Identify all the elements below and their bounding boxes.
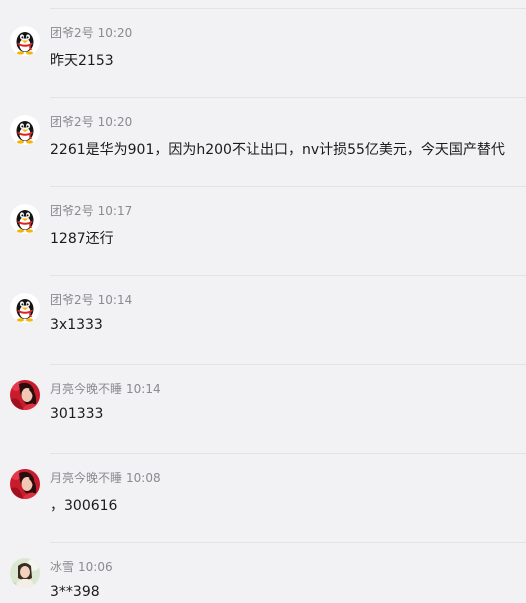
message-time: 10:06 — [78, 560, 113, 574]
sender-name[interactable]: 月亮今晚不睡 — [50, 382, 122, 396]
message-text: 3x1333 — [50, 317, 103, 333]
chat-message-list[interactable]: 团爷2号 10:20 昨天2153 团爷2号 10:20 2261是华为901，… — [0, 0, 526, 603]
message-divider — [50, 364, 526, 365]
message-text: 2261是华为901，因为h200不让出口，nv计损55亿美元，今天国产替代 — [50, 142, 505, 158]
message-text: ，300616 — [50, 498, 118, 514]
message-time: 10:08 — [126, 471, 161, 485]
message-time: 10:20 — [97, 115, 133, 129]
message-text: 3**398 — [50, 584, 100, 600]
message-meta: 团爷2号 10:14 — [50, 291, 132, 308]
message-text: 1287还行 — [50, 231, 114, 247]
message-meta: 团爷2号 10:20 — [50, 24, 132, 41]
sender-name[interactable]: 团爷2号 — [50, 204, 94, 218]
user-photo-light — [10, 558, 40, 588]
message-text: 301333 — [50, 406, 104, 422]
sender-name[interactable]: 月亮今晚不睡 — [50, 471, 122, 485]
avatar[interactable] — [10, 204, 40, 234]
sender-name[interactable]: 冰雪 — [50, 560, 74, 574]
sender-name[interactable]: 团爷2号 — [50, 115, 94, 129]
message-divider — [50, 275, 526, 276]
sender-name[interactable]: 团爷2号 — [50, 293, 94, 307]
message-divider — [50, 8, 526, 9]
avatar[interactable] — [10, 115, 40, 145]
avatar[interactable] — [10, 293, 40, 323]
message-meta: 团爷2号 10:17 — [50, 202, 132, 219]
sender-name[interactable]: 团爷2号 — [50, 26, 94, 40]
avatar[interactable] — [10, 380, 40, 410]
avatar[interactable] — [10, 558, 40, 588]
avatar[interactable] — [10, 469, 40, 499]
message-time: 10:17 — [97, 204, 133, 218]
message-time: 10:14 — [97, 293, 133, 307]
message-meta: 月亮今晚不睡 10:14 — [50, 380, 161, 397]
message-divider — [50, 453, 526, 454]
message-divider — [50, 186, 526, 187]
qq-penguin-icon — [10, 204, 40, 234]
user-photo-red — [10, 380, 40, 410]
qq-penguin-icon — [10, 293, 40, 323]
avatar[interactable] — [10, 26, 40, 56]
user-photo-red — [10, 469, 40, 499]
message-divider — [50, 542, 526, 543]
message-meta: 团爷2号 10:20 — [50, 113, 132, 130]
qq-penguin-icon — [10, 26, 40, 56]
message-divider — [50, 97, 526, 98]
message-text: 昨天2153 — [50, 53, 114, 69]
message-meta: 冰雪 10:06 — [50, 558, 113, 575]
qq-penguin-icon — [10, 115, 40, 145]
message-time: 10:20 — [97, 26, 133, 40]
message-time: 10:14 — [126, 382, 161, 396]
message-meta: 月亮今晚不睡 10:08 — [50, 469, 161, 486]
